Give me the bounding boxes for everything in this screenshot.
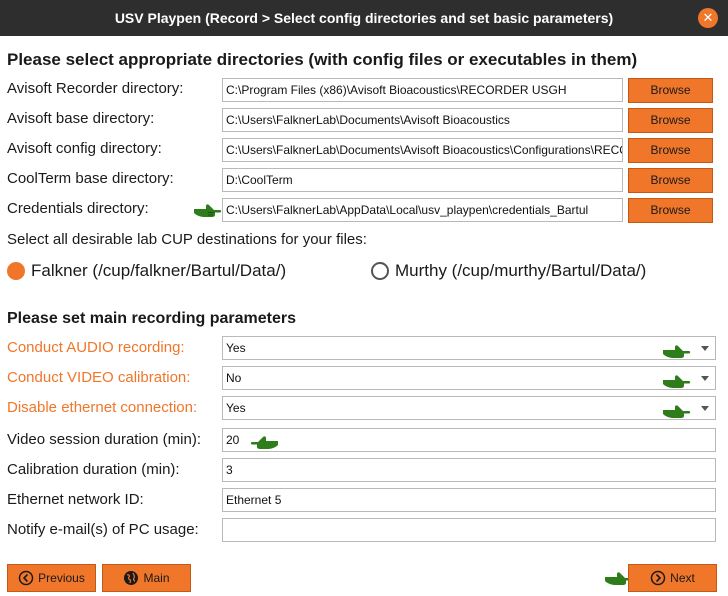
avisoft-recorder-dir-field[interactable]: C:\Program Files (x86)\Avisoft Bioacoust… <box>222 78 623 102</box>
avisoft-recorder-label: Avisoft Recorder directory: <box>7 80 184 97</box>
ethernet-id-field[interactable]: Ethernet 5 <box>222 488 716 512</box>
audio-select[interactable]: Yes <box>222 336 716 360</box>
video-duration-field[interactable]: 20 <box>222 428 716 452</box>
coolterm-base-label: CoolTerm base directory: <box>7 170 174 187</box>
radio-falkner[interactable]: Falkner (/cup/falkner/Bartul/Data/) <box>7 261 286 281</box>
coolterm-browse-button[interactable]: Browse <box>628 168 713 193</box>
pointing-hand-icon <box>194 204 222 217</box>
next-label: Next <box>670 571 695 585</box>
avisoft-base-label: Avisoft base directory: <box>7 110 155 127</box>
notify-email-label: Notify e-mail(s) of PC usage: <box>7 521 199 538</box>
pointing-hand-icon <box>663 345 691 358</box>
avisoft-base-browse-button[interactable]: Browse <box>628 108 713 133</box>
radio-checked-icon[interactable] <box>7 262 25 280</box>
credentials-dir-field[interactable]: C:\Users\FalknerLab\AppData\Local\usv_pl… <box>222 198 623 222</box>
calibration-duration-label: Calibration duration (min): <box>7 461 180 478</box>
circle-arrow-left-icon <box>18 570 34 586</box>
next-button[interactable]: Next <box>628 564 717 592</box>
credentials-browse-button[interactable]: Browse <box>628 198 713 223</box>
params-heading: Please set main recording parameters <box>7 310 297 327</box>
ethernet-disable-select[interactable]: Yes <box>222 396 716 420</box>
window-title: USV Playpen (Record > Select config dire… <box>114 10 614 26</box>
chevron-down-icon[interactable] <box>701 376 709 381</box>
coolterm-base-dir-field[interactable]: D:\CoolTerm <box>222 168 623 192</box>
cup-prompt: Select all desirable lab CUP destination… <box>7 231 367 248</box>
main-window: Please select appropriate directories (w… <box>0 36 728 596</box>
avisoft-config-label: Avisoft config directory: <box>7 140 162 157</box>
radio-murthy-label: Murthy (/cup/murthy/Bartul/Data/) <box>395 261 647 280</box>
avisoft-config-dir-field[interactable]: C:\Users\FalknerLab\Documents\Avisoft Bi… <box>222 138 623 162</box>
credentials-label: Credentials directory: <box>7 200 149 217</box>
main-button[interactable]: Main <box>102 564 191 592</box>
previous-label: Previous <box>38 571 85 585</box>
ethernet-disable-label: Disable ethernet connection: <box>7 399 198 416</box>
calibration-duration-field[interactable]: 3 <box>222 458 716 482</box>
pointing-hand-icon <box>663 375 691 388</box>
radio-falkner-label: Falkner (/cup/falkner/Bartul/Data/) <box>31 261 287 280</box>
circle-arrow-right-icon <box>650 570 666 586</box>
video-calibration-select[interactable]: No <box>222 366 716 390</box>
video-duration-label: Video session duration (min): <box>7 431 201 448</box>
title-bar: USV Playpen (Record > Select config dire… <box>0 0 728 36</box>
avisoft-recorder-browse-button[interactable]: Browse <box>628 78 713 103</box>
video-calibration-label: Conduct VIDEO calibration: <box>7 369 191 386</box>
avisoft-base-dir-field[interactable]: C:\Users\FalknerLab\Documents\Avisoft Bi… <box>222 108 623 132</box>
audio-label: Conduct AUDIO recording: <box>7 339 185 356</box>
radio-murthy[interactable]: Murthy (/cup/murthy/Bartul/Data/) <box>371 261 646 281</box>
pointing-hand-icon <box>663 405 691 418</box>
chevron-down-icon[interactable] <box>701 346 709 351</box>
chevron-down-icon[interactable] <box>701 406 709 411</box>
avisoft-config-browse-button[interactable]: Browse <box>628 138 713 163</box>
directories-heading: Please select appropriate directories (w… <box>7 50 638 69</box>
ethernet-id-label: Ethernet network ID: <box>7 491 144 508</box>
radio-unchecked-icon[interactable] <box>371 262 389 280</box>
video-calibration-value: No <box>226 371 242 385</box>
close-icon[interactable]: ✕ <box>698 8 718 28</box>
notify-email-field[interactable] <box>222 518 716 542</box>
ethernet-disable-value: Yes <box>226 401 246 415</box>
previous-button[interactable]: Previous <box>7 564 96 592</box>
globe-icon <box>124 571 139 585</box>
pointing-hand-icon <box>250 436 278 449</box>
main-label: Main <box>143 571 170 585</box>
audio-select-value: Yes <box>226 341 246 355</box>
